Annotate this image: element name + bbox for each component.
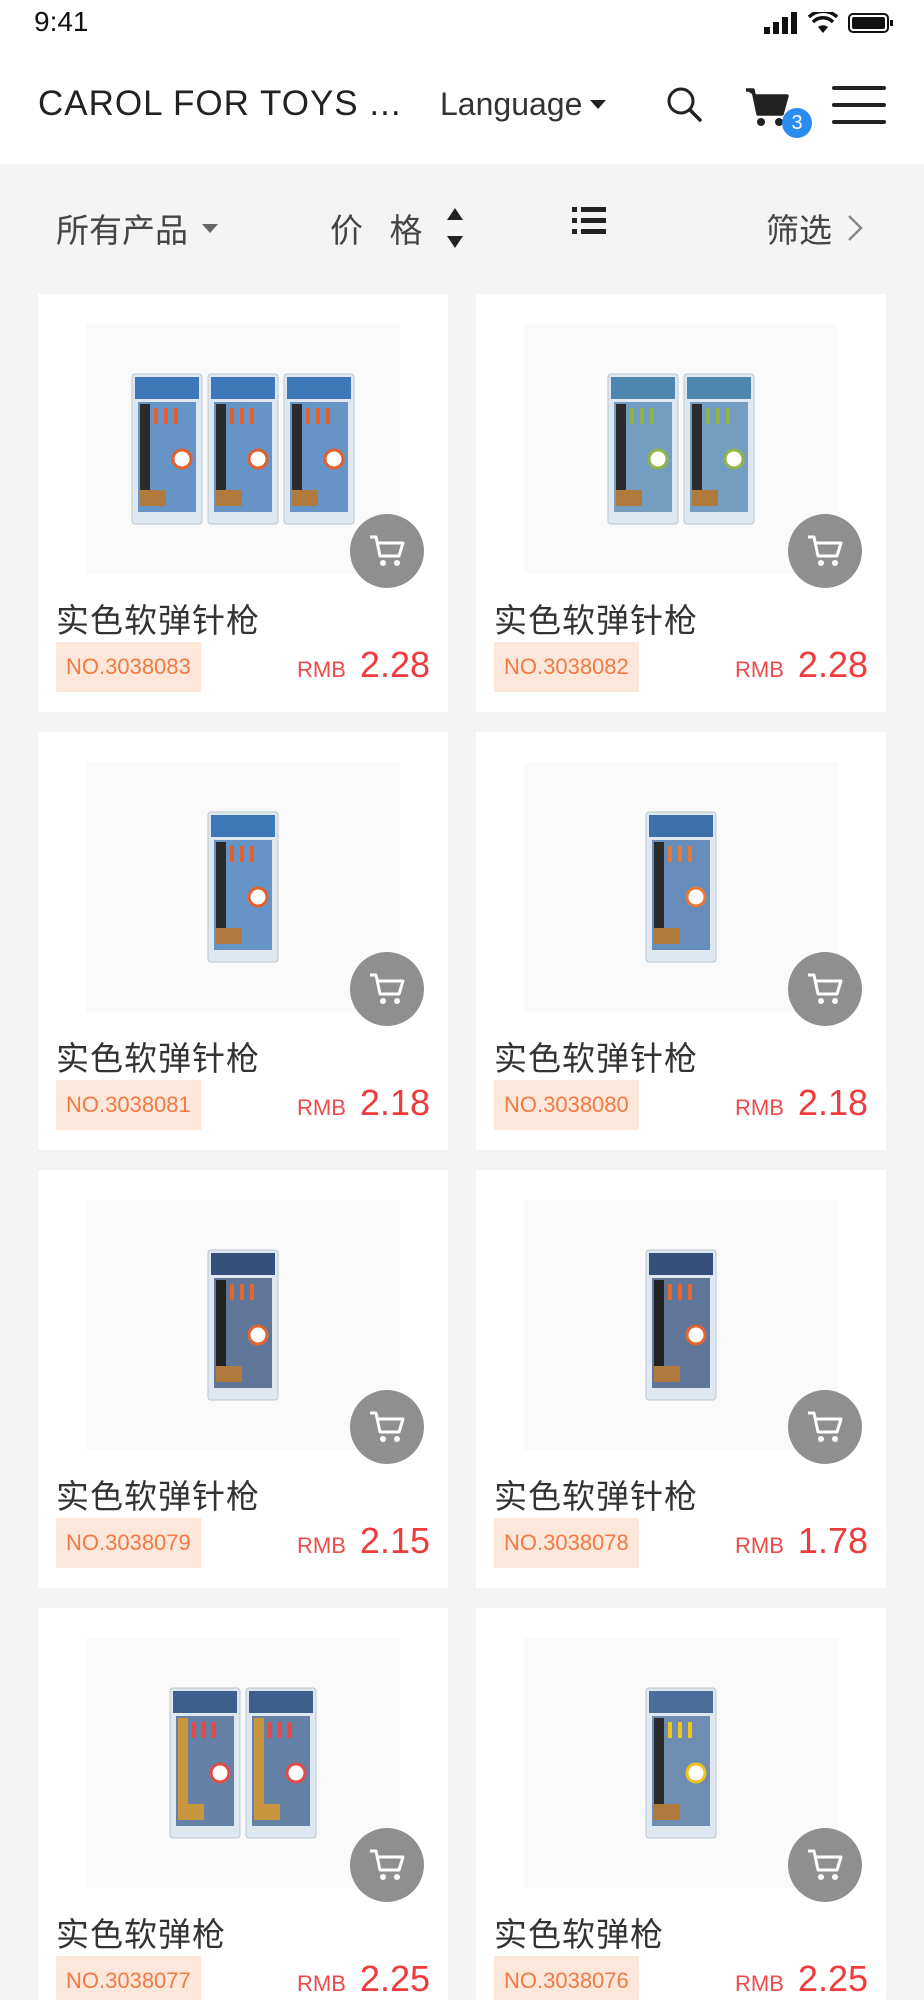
product-card[interactable]: 实色软弹针枪 NO.3038082 RMB 2.28 xyxy=(476,294,886,712)
cart-icon xyxy=(370,973,405,1004)
price-sort-label: 价 格 xyxy=(330,211,431,250)
product-card[interactable]: 实色软弹针枪 NO.3038078 RMB 1.78 xyxy=(476,1170,886,1588)
product-number: NO.3038083 xyxy=(56,642,201,692)
list-view-toggle[interactable] xyxy=(572,206,606,236)
price-currency: RMB xyxy=(735,1971,784,1996)
add-to-cart-button[interactable] xyxy=(350,1828,424,1902)
price-currency: RMB xyxy=(297,657,346,682)
product-price: RMB 2.25 xyxy=(297,1958,430,2000)
caret-down-icon xyxy=(202,223,218,233)
product-title[interactable]: 实色软弹针枪 xyxy=(494,594,698,642)
wifi-icon xyxy=(808,12,838,33)
product-price: RMB 2.28 xyxy=(297,644,430,686)
product-card[interactable]: 实色软弹针枪 NO.3038080 RMB 2.18 xyxy=(476,732,886,1150)
add-to-cart-button[interactable] xyxy=(788,952,862,1026)
price-currency: RMB xyxy=(297,1095,346,1120)
filter-button[interactable]: 筛选 xyxy=(766,204,864,252)
language-selector[interactable]: Language xyxy=(440,86,607,123)
product-title[interactable]: 实色软弹针枪 xyxy=(494,1470,698,1518)
cart-icon xyxy=(808,535,843,566)
price-amount: 2.25 xyxy=(359,1958,430,1999)
product-price: RMB 2.25 xyxy=(735,1958,868,2000)
signal-icon xyxy=(764,12,797,34)
product-price: RMB 2.18 xyxy=(297,1082,430,1124)
price-amount: 2.18 xyxy=(359,1082,430,1123)
price-currency: RMB xyxy=(297,1971,346,1996)
price-amount: 2.25 xyxy=(797,1958,868,1999)
product-price: RMB 2.15 xyxy=(297,1520,430,1562)
product-number: NO.3038076 xyxy=(494,1956,639,2000)
cart-icon xyxy=(808,1849,843,1880)
product-title[interactable]: 实色软弹针枪 xyxy=(56,1470,260,1518)
filter-bar: 所有产品 价 格 筛选 xyxy=(0,164,924,292)
price-amount: 1.78 xyxy=(797,1520,868,1561)
cart-icon xyxy=(808,973,843,1004)
add-to-cart-button[interactable] xyxy=(350,1390,424,1464)
cart-icon xyxy=(370,1849,405,1880)
sort-icon xyxy=(446,208,463,248)
price-currency: RMB xyxy=(297,1533,346,1558)
price-currency: RMB xyxy=(735,1533,784,1558)
price-amount: 2.18 xyxy=(797,1082,868,1123)
status-time: 9:41 xyxy=(34,6,89,37)
add-to-cart-button[interactable] xyxy=(788,514,862,588)
price-amount: 2.28 xyxy=(359,644,430,685)
product-title[interactable]: 实色软弹针枪 xyxy=(56,1032,260,1080)
product-number: NO.3038078 xyxy=(494,1518,639,1568)
product-number: NO.3038079 xyxy=(56,1518,201,1568)
product-grid: 实色软弹针枪 NO.3038083 RMB 2.28 实色软弹针枪 NO.303… xyxy=(38,294,886,2000)
product-title[interactable]: 实色软弹针枪 xyxy=(56,594,260,642)
product-title[interactable]: 实色软弹针枪 xyxy=(494,1032,698,1080)
product-number: NO.3038082 xyxy=(494,642,639,692)
product-title[interactable]: 实色软弹枪 xyxy=(494,1908,664,1956)
price-sort[interactable]: 价 格 xyxy=(330,204,465,252)
all-products-dropdown[interactable]: 所有产品 xyxy=(56,204,218,252)
menu-icon[interactable] xyxy=(832,84,886,126)
product-number: NO.3038080 xyxy=(494,1080,639,1130)
product-card[interactable]: 实色软弹针枪 NO.3038079 RMB 2.15 xyxy=(38,1170,448,1588)
product-card[interactable]: 实色软弹枪 NO.3038077 RMB 2.25 xyxy=(38,1608,448,2000)
product-number: NO.3038081 xyxy=(56,1080,201,1130)
price-currency: RMB xyxy=(735,657,784,682)
cart-icon xyxy=(370,1411,405,1442)
product-number: NO.3038077 xyxy=(56,1956,201,2000)
product-card[interactable]: 实色软弹针枪 NO.3038081 RMB 2.18 xyxy=(38,732,448,1150)
filter-label: 筛选 xyxy=(766,211,832,250)
add-to-cart-button[interactable] xyxy=(788,1828,862,1902)
brand-title[interactable]: CAROL FOR TOYS ... xyxy=(38,84,402,124)
status-icons xyxy=(764,12,894,34)
product-price: RMB 2.18 xyxy=(735,1082,868,1124)
cart-count-badge: 3 xyxy=(782,108,812,138)
language-label: Language xyxy=(440,86,583,122)
product-card[interactable]: 实色软弹枪 NO.3038076 RMB 2.25 xyxy=(476,1608,886,2000)
all-products-label: 所有产品 xyxy=(56,211,188,250)
product-card[interactable]: 实色软弹针枪 NO.3038083 RMB 2.28 xyxy=(38,294,448,712)
product-title[interactable]: 实色软弹枪 xyxy=(56,1908,226,1956)
caret-down-icon xyxy=(590,100,607,109)
chevron-right-icon xyxy=(848,215,863,241)
battery-icon xyxy=(848,13,893,33)
price-amount: 2.28 xyxy=(797,644,868,685)
list-view-icon xyxy=(572,207,606,234)
status-bar: 9:41 xyxy=(0,0,924,48)
product-price: RMB 1.78 xyxy=(735,1520,868,1562)
app-header: CAROL FOR TOYS ... Language 3 xyxy=(0,48,924,164)
price-amount: 2.15 xyxy=(359,1520,430,1561)
search-icon[interactable] xyxy=(664,84,704,124)
price-currency: RMB xyxy=(735,1095,784,1120)
cart-icon xyxy=(808,1411,843,1442)
add-to-cart-button[interactable] xyxy=(350,514,424,588)
add-to-cart-button[interactable] xyxy=(788,1390,862,1464)
product-price: RMB 2.28 xyxy=(735,644,868,686)
cart-icon xyxy=(370,535,405,566)
add-to-cart-button[interactable] xyxy=(350,952,424,1026)
